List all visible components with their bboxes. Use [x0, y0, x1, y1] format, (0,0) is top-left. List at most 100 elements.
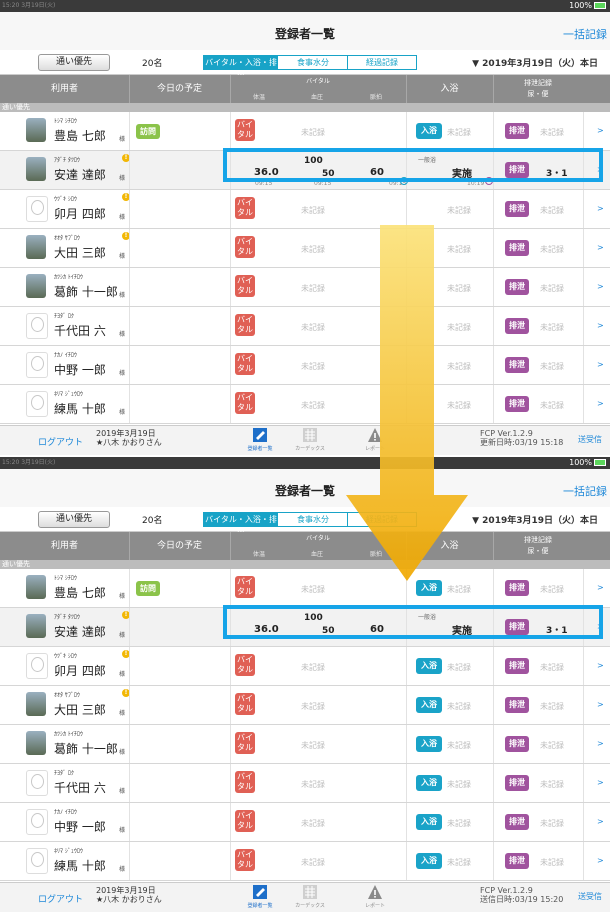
priority-button[interactable]: 通い優先 — [38, 54, 110, 71]
user-row[interactable]: ﾈﾘﾏ ｼﾞｭｳﾛｳ 練馬 十郎様バイ タル 未記録 入浴 未記録 排泄 未記録 > — [0, 842, 610, 881]
excretion-button[interactable]: 排泄 — [505, 853, 529, 869]
user-row[interactable]: ﾅｶﾉ ｲﾁﾛｳ 中野 一郎様バイ タル 未記録 未記録 排泄 未記録 > — [0, 346, 610, 385]
user-row[interactable]: ﾄｼﾏ ｼﾁﾛｳ 豊島 七郎様訪問 バイ タル 未記録 入浴 未記録 排泄 未記録 > — [0, 569, 610, 608]
excretion-button[interactable]: 排泄 — [505, 775, 529, 791]
vital-button[interactable]: バイ タル — [235, 654, 255, 676]
excretion-button[interactable]: 排泄 — [505, 697, 529, 713]
column-divider — [493, 346, 494, 384]
segment-tab-2[interactable]: 食事水分 — [277, 55, 349, 70]
column-divider — [230, 190, 231, 228]
user-row[interactable]: ﾁﾖﾀﾞ ﾛｸ 千代田 六様バイ タル 未記録 未記録 排泄 未記録 > — [0, 307, 610, 346]
bath-unrecorded: 未記録 — [447, 206, 471, 215]
row-detail-chevron[interactable]: > — [597, 661, 604, 670]
vital-button[interactable]: バイ タル — [235, 810, 255, 832]
send-receive-button[interactable]: 送受信 — [578, 434, 602, 445]
user-row[interactable]: ｶﾂｼｶ ﾄｲﾁﾛｳ 葛飾 十一郎様バイ タル 未記録 未記録 排泄 未記録 > — [0, 268, 610, 307]
row-detail-chevron[interactable]: > — [597, 817, 604, 826]
bath-button[interactable]: 入浴 — [416, 123, 442, 139]
logout-button[interactable]: ログアウト — [38, 892, 83, 905]
excretion-button[interactable]: 排泄 — [505, 580, 529, 596]
vital-button[interactable]: バイ タル — [235, 314, 255, 336]
user-name: 葛飾 十一郎 — [54, 742, 118, 756]
segment-tab-3[interactable]: 経過記録 — [347, 55, 417, 70]
row-detail-chevron[interactable]: > — [597, 126, 604, 135]
honorific: 様 — [119, 370, 126, 377]
header-excretion: 排泄記録 — [524, 536, 552, 544]
column-divider — [406, 112, 407, 150]
excretion-button[interactable]: 排泄 — [505, 240, 529, 256]
user-row[interactable]: ｳﾂﾞｷ ｼﾛｳ 卯月 四郎様! バイ タル 未記録 入浴 未記録 排泄 未記録 > — [0, 647, 610, 686]
row-detail-chevron[interactable]: > — [597, 583, 604, 592]
tab-user-list[interactable]: 登録者一覧 — [240, 884, 280, 912]
row-detail-chevron[interactable]: > — [597, 282, 604, 291]
user-row[interactable]: ﾁﾖﾀﾞ ﾛｸ 千代田 六様バイ タル 未記録 入浴 未記録 排泄 未記録 > — [0, 764, 610, 803]
excretion-button[interactable]: 排泄 — [505, 123, 529, 139]
version: FCP Ver.1.2.9 — [480, 886, 533, 895]
row-detail-chevron[interactable]: > — [597, 321, 604, 330]
row-detail-chevron[interactable]: > — [597, 778, 604, 787]
row-detail-chevron[interactable]: > — [597, 739, 604, 748]
vital-button[interactable]: バイ タル — [235, 119, 255, 141]
status-bar: 15:20 3月19日(火) 100% — [0, 0, 610, 12]
user-row[interactable]: ｳﾂﾞｷ ｼﾛｳ 卯月 四郎様! バイ タル 未記録 未記録 排泄 未記録 > — [0, 190, 610, 229]
send-receive-button[interactable]: 送受信 — [578, 891, 602, 902]
vital-button[interactable]: バイ タル — [235, 392, 255, 414]
excretion-button[interactable]: 排泄 — [505, 357, 529, 373]
date-selector[interactable]: ▼ 2019年3月19日（火）本日 — [472, 513, 598, 526]
excretion-button[interactable]: 排泄 — [505, 201, 529, 217]
excretion-button[interactable]: 排泄 — [505, 814, 529, 830]
vital-button[interactable]: バイ タル — [235, 693, 255, 715]
bath-button[interactable]: 入浴 — [416, 736, 442, 752]
vital-button[interactable]: バイ タル — [235, 353, 255, 375]
bulk-record-button[interactable]: 一括記録 — [563, 483, 607, 499]
segment-tab-1[interactable]: バイタル・入浴・排泄 — [203, 55, 279, 80]
priority-button[interactable]: 通い優先 — [38, 511, 110, 528]
tab-report[interactable]: レポート — [355, 884, 395, 912]
vital-button[interactable]: バイ タル — [235, 236, 255, 258]
vital-button[interactable]: バイ タル — [235, 732, 255, 754]
filter-bar: 通い優先 20名 バイタル・入浴・排泄食事水分経過記録 ▼ 2019年3月19日（火）… — [0, 50, 610, 80]
user-row[interactable]: ｵｵﾀ ｻﾌﾞﾛｳ 大田 三郎様! バイ タル 未記録 入浴 未記録 排泄 未記録 > — [0, 686, 610, 725]
row-detail-chevron[interactable]: > — [597, 700, 604, 709]
excretion-unrecorded: 未記録 — [540, 206, 564, 215]
excretion-button[interactable]: 排泄 — [505, 396, 529, 412]
honorific: 様 — [119, 593, 126, 600]
row-detail-chevron[interactable]: > — [597, 360, 604, 369]
row-detail-chevron[interactable]: > — [597, 204, 604, 213]
bath-button[interactable]: 入浴 — [416, 697, 442, 713]
avatar — [26, 731, 46, 755]
bath-button[interactable]: 入浴 — [416, 775, 442, 791]
logout-button[interactable]: ログアウト — [38, 435, 83, 448]
excretion-button[interactable]: 排泄 — [505, 736, 529, 752]
tab-kardex[interactable]: カーデックス — [290, 427, 330, 455]
segment-tab-2[interactable]: 食事水分 — [277, 512, 349, 527]
tab-user-list[interactable]: 登録者一覧 — [240, 427, 280, 455]
row-detail-chevron[interactable]: > — [597, 399, 604, 408]
header-schedule: 今日の予定 — [129, 75, 231, 103]
bath-button[interactable]: 入浴 — [416, 853, 442, 869]
vital-button[interactable]: バイ タル — [235, 576, 255, 598]
column-divider — [493, 229, 494, 267]
bath-button[interactable]: 入浴 — [416, 814, 442, 830]
excretion-button[interactable]: 排泄 — [505, 279, 529, 295]
user-row[interactable]: ﾅｶﾉ ｲﾁﾛｳ 中野 一郎様バイ タル 未記録 入浴 未記録 排泄 未記録 > — [0, 803, 610, 842]
vital-button[interactable]: バイ タル — [235, 849, 255, 871]
row-detail-chevron[interactable]: > — [597, 243, 604, 252]
excretion-button[interactable]: 排泄 — [505, 658, 529, 674]
user-row[interactable]: ﾈﾘﾏ ｼﾞｭｳﾛｳ 練馬 十郎様バイ タル 未記録 未記録 排泄 未記録 > — [0, 385, 610, 424]
vital-button[interactable]: バイ タル — [235, 275, 255, 297]
user-row[interactable]: ｵｵﾀ ｻﾌﾞﾛｳ 大田 三郎様! バイ タル 未記録 未記録 排泄 未記録 > — [0, 229, 610, 268]
tab-kardex[interactable]: カーデックス — [290, 884, 330, 912]
date-selector[interactable]: ▼ 2019年3月19日（火）本日 — [472, 56, 598, 69]
row-detail-chevron[interactable]: > — [597, 856, 604, 865]
vital-button[interactable]: バイ タル — [235, 771, 255, 793]
user-row[interactable]: ｶﾂｼｶ ﾄｲﾁﾛｳ 葛飾 十一郎様バイ タル 未記録 入浴 未記録 排泄 未記録 > — [0, 725, 610, 764]
bath-button[interactable]: 入浴 — [416, 658, 442, 674]
excretion-button[interactable]: 排泄 — [505, 318, 529, 334]
vital-button[interactable]: バイ タル — [235, 197, 255, 219]
column-divider — [129, 608, 130, 646]
bulk-record-button[interactable]: 一括記録 — [563, 26, 607, 42]
footer-staff: ★八木 かおりさん — [96, 438, 162, 447]
user-row[interactable]: ﾄｼﾏ ｼﾁﾛｳ 豊島 七郎様訪問 バイ タル 未記録 入浴 未記録 排泄 未記録 > — [0, 112, 610, 151]
segment-tab-1[interactable]: バイタル・入浴・排泄 — [203, 512, 279, 537]
